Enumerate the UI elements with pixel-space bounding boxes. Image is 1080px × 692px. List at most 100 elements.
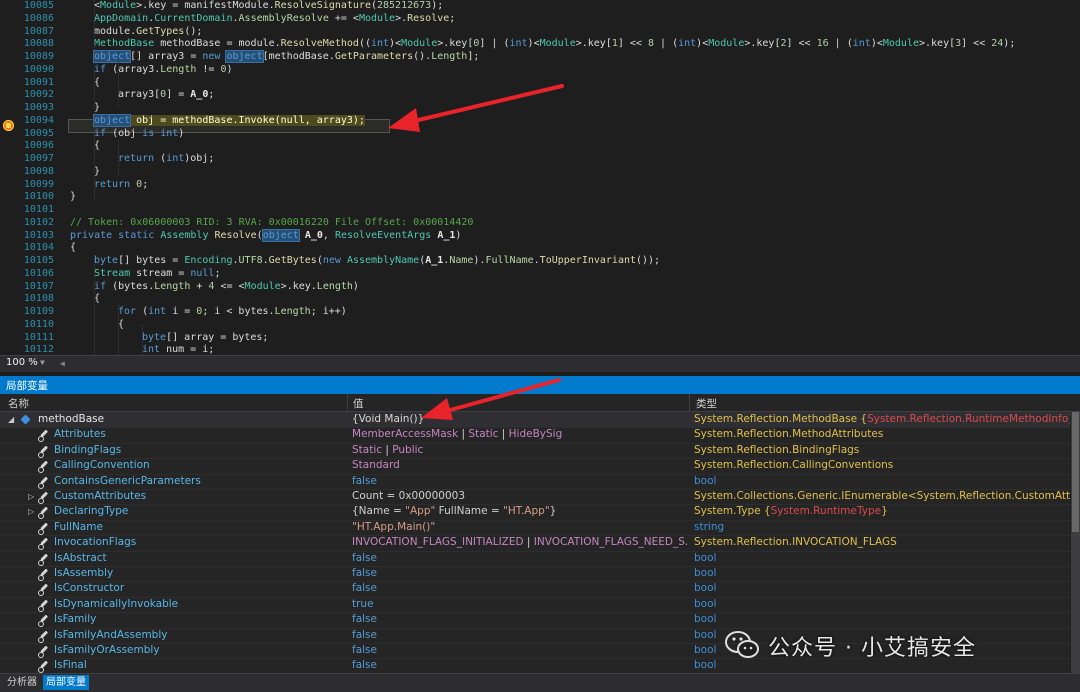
property-wrench-icon <box>37 614 50 628</box>
code-text: object obj = methodBase.Invoke(null, arr… <box>92 113 365 128</box>
locals-row[interactable]: BindingFlags Static | Public System.Reflec… <box>0 443 1070 460</box>
code-line[interactable]: 10111 byte[] array = bytes; <box>0 332 1080 345</box>
locals-name-text: BindingFlags <box>54 443 122 456</box>
locals-row[interactable]: IsAssembly false bool <box>0 566 1070 583</box>
code-line[interactable]: 10104 { <box>0 242 1080 255</box>
type-token: bool <box>694 582 717 595</box>
code-line[interactable]: 10102 // Token: 0x06000003 RID: 3 RVA: 0x… <box>0 217 1080 230</box>
zoom-dropdown-icon[interactable]: ▼ <box>40 358 45 367</box>
code-line[interactable]: 10108{ <box>0 293 1080 306</box>
tab-locals[interactable]: 局部变量 <box>43 675 89 690</box>
code-line[interactable]: 10112 int num = i; <box>0 344 1080 355</box>
code-line[interactable]: 10097 return (int)obj; <box>0 153 1080 166</box>
horizontal-scroll-left-icon[interactable]: ◀ <box>60 359 65 368</box>
column-header-value[interactable]: 值 <box>353 396 364 411</box>
locals-value-cell[interactable]: false <box>352 475 688 487</box>
code-line[interactable]: 10110{ <box>0 319 1080 332</box>
code-text: if (bytes.Length + 4 <= <Module>.key.Len… <box>94 281 359 294</box>
locals-name-text: InvocationFlags <box>54 536 137 549</box>
zoom-level[interactable]: 100 % <box>6 357 38 368</box>
locals-row[interactable]: Attributes MemberAccessMask | Static | Hi… <box>0 427 1070 444</box>
locals-type-cell: bool <box>694 598 1070 610</box>
locals-value-cell[interactable]: Standard <box>352 459 688 471</box>
code-line[interactable]: 10087 module.GetTypes(); <box>0 26 1080 39</box>
code-token: (); <box>184 25 203 37</box>
locals-row[interactable]: IsConstructor false bool <box>0 581 1070 598</box>
locals-row[interactable]: IsDynamicallyInvokable true bool <box>0 597 1070 614</box>
type-token: bool <box>694 628 717 641</box>
collapse-icon[interactable]: ◢ <box>8 415 14 424</box>
code-token: Name <box>449 255 474 266</box>
locals-row[interactable]: IsFamily false bool <box>0 612 1070 629</box>
locals-value-cell[interactable]: "HT.App.Main()" <box>352 521 688 533</box>
locals-row[interactable]: InvocationFlags INVOCATION_FLAGS_INITIALI… <box>0 535 1070 552</box>
type-token: bool <box>694 613 717 626</box>
locals-value-cell[interactable]: false <box>352 613 688 625</box>
code-token: new <box>202 51 227 62</box>
value-token: | <box>523 536 534 549</box>
property-wrench-icon <box>37 660 50 674</box>
code-line[interactable]: 10086 AppDomain.CurrentDomain.AssemblyRes… <box>0 13 1080 26</box>
locals-row[interactable]: ▷ DeclaringType {Name = "App" FullName = "… <box>0 504 1070 521</box>
line-number: 10090 <box>23 63 54 75</box>
locals-value-cell[interactable]: false <box>352 552 688 564</box>
locals-value-cell[interactable]: Count = 0x00000003 <box>352 490 688 502</box>
line-number: 10091 <box>23 76 54 88</box>
code-line[interactable]: 10100} <box>0 191 1080 204</box>
locals-name-text: CustomAttributes <box>54 490 147 502</box>
code-editor[interactable]: 10085 <Module>.key = manifestModule.Resol… <box>0 0 1080 355</box>
value-token: false <box>352 582 377 595</box>
code-line[interactable]: 10101 <box>0 204 1080 217</box>
locals-value-cell[interactable]: {Name = "App" FullName = "HT.App"} <box>352 505 688 517</box>
locals-value-cell[interactable]: false <box>352 629 688 641</box>
locals-value-cell[interactable]: false <box>352 582 688 594</box>
code-line[interactable]: 10085 <Module>.key = manifestModule.Resol… <box>0 0 1080 13</box>
locals-row[interactable]: IsAbstract false bool <box>0 551 1070 567</box>
locals-value-cell[interactable]: INVOCATION_FLAGS_INITIALIZED | INVOCATIO… <box>352 536 688 548</box>
code-text: { <box>70 242 76 255</box>
property-wrench-icon <box>37 630 50 643</box>
column-divider[interactable] <box>689 394 690 411</box>
locals-value-cell[interactable]: false <box>352 644 688 656</box>
code-line[interactable]: 10106 Stream stream = null; <box>0 268 1080 281</box>
code-token: )< <box>527 38 540 50</box>
line-number: 10103 <box>23 229 54 241</box>
code-line[interactable]: 10098} <box>0 166 1080 179</box>
locals-value-cell[interactable]: Static | Public <box>352 444 688 456</box>
code-line[interactable]: 10109 for (int i = 0; i < bytes.Length; i… <box>0 306 1080 319</box>
code-token: Module <box>401 38 438 50</box>
locals-value-cell[interactable]: false <box>352 659 688 671</box>
expand-icon[interactable]: ▷ <box>28 492 34 501</box>
column-header-type[interactable]: 类型 <box>696 396 717 411</box>
locals-name-text: IsFamily <box>54 613 97 626</box>
code-token: ] << <box>786 38 817 50</box>
code-line[interactable]: 10096{ <box>0 140 1080 153</box>
code-line[interactable]: 10089 object[] array3 = new object[method… <box>0 50 1080 64</box>
code-line[interactable]: 10103 private static Assembly Resolve(obj… <box>0 228 1080 243</box>
locals-name-cell: IsAssembly <box>0 567 346 581</box>
code-token: is int <box>142 127 179 139</box>
value-token: false <box>352 567 377 579</box>
code-line[interactable]: 10107 if (bytes.Length + 4 <= <Module>.ke… <box>0 281 1080 294</box>
column-divider[interactable] <box>347 394 348 411</box>
code-token: ) <box>352 280 359 292</box>
locals-row[interactable]: ContainsGenericParameters false bool <box>0 474 1070 490</box>
locals-value-cell[interactable]: MemberAccessMask | Static | HideBySig <box>352 428 688 440</box>
column-header-name[interactable]: 名称 <box>8 396 29 411</box>
scrollbar-thumb[interactable] <box>1072 412 1079 532</box>
value-token: INVOCATION_FLAGS_INITIALIZED <box>352 536 524 549</box>
code-line[interactable]: 10090 if (array3.Length != 0) <box>0 64 1080 77</box>
code-line[interactable]: 10099 return 0; <box>0 179 1080 192</box>
locals-vertical-scrollbar[interactable] <box>1071 412 1080 675</box>
code-text: } <box>70 191 76 204</box>
locals-row[interactable]: ▷ CustomAttributes Count = 0x00000003 Syste… <box>0 489 1070 506</box>
locals-value-cell[interactable]: true <box>352 598 688 610</box>
expand-icon[interactable]: ▷ <box>28 507 34 516</box>
tab-analyzer[interactable]: 分析器 <box>4 675 40 690</box>
locals-row[interactable]: CallingConvention Standard System.Reflecti… <box>0 458 1070 475</box>
locals-window-title-text: 局部变量 <box>6 380 48 392</box>
locals-value-cell[interactable]: false <box>352 567 688 579</box>
code-line[interactable]: 10088 MethodBase methodBase = module.Reso… <box>0 38 1080 51</box>
code-line[interactable]: 10105 byte[] bytes = Encoding.UTF8.GetByt… <box>0 255 1080 268</box>
locals-row[interactable]: FullName "HT.App.Main()" string <box>0 520 1070 537</box>
